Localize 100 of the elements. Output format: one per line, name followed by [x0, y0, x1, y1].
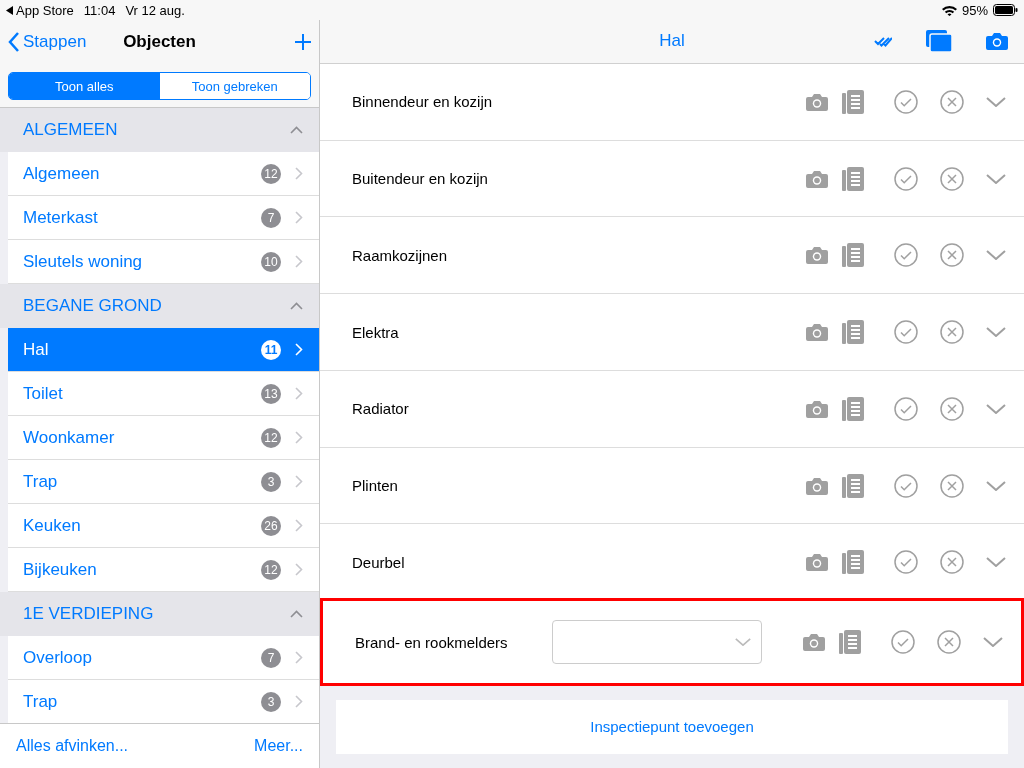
chevron-right-icon — [295, 563, 303, 576]
chevron-right-icon — [295, 651, 303, 664]
camera-icon[interactable] — [803, 633, 825, 652]
footer-link[interactable]: Alles afvinken... — [16, 737, 129, 755]
check-circle-icon[interactable] — [894, 243, 918, 268]
cross-circle-icon[interactable] — [940, 243, 964, 268]
notes-icon[interactable] — [842, 89, 864, 114]
cross-circle-icon[interactable] — [940, 550, 964, 575]
footer-link[interactable]: Meer... — [254, 737, 303, 755]
back-triangle-icon — [6, 5, 13, 15]
check-circle-icon[interactable] — [894, 396, 918, 421]
notes-icon[interactable] — [839, 630, 861, 655]
section-header[interactable]: 1E VERDIEPING — [0, 592, 319, 636]
add-inspection-button[interactable]: Inspectiepunt toevoegen — [336, 700, 1008, 754]
date: Vr 12 aug. — [125, 2, 185, 18]
inspection-label: Buitendeur en kozijn — [352, 170, 489, 187]
chevron-down-icon[interactable] — [983, 637, 1003, 648]
cross-circle-icon[interactable] — [940, 396, 964, 421]
chevron-up-icon[interactable] — [290, 610, 303, 618]
object-item[interactable]: Trap 3 — [8, 680, 319, 723]
chevron-right-icon — [295, 255, 303, 268]
object-label: Bijkeuken — [23, 559, 98, 580]
check-circle-icon[interactable] — [894, 166, 918, 191]
object-label: Toilet — [23, 383, 64, 404]
chevron-down-icon[interactable] — [986, 480, 1006, 491]
object-item[interactable]: Overloop 7 — [8, 636, 319, 680]
camera-icon[interactable] — [986, 32, 1008, 51]
cross-circle-icon[interactable] — [937, 630, 961, 655]
check-circle-icon[interactable] — [894, 473, 918, 498]
object-item[interactable]: Keuken 26 — [8, 504, 319, 548]
object-label: Algemeen — [23, 163, 101, 184]
chevron-down-icon[interactable] — [735, 638, 751, 647]
camera-icon[interactable] — [806, 92, 828, 111]
object-item[interactable]: Sleutels woning 10 — [8, 240, 319, 284]
section-header[interactable]: ALGEMEEN — [0, 108, 319, 152]
chevron-right-icon — [295, 343, 303, 356]
chevron-up-icon[interactable] — [290, 302, 303, 310]
select-field[interactable] — [552, 620, 762, 665]
panel-title: Objecten — [123, 32, 196, 51]
camera-icon[interactable] — [806, 323, 828, 342]
cross-circle-icon[interactable] — [940, 166, 964, 191]
camera-icon[interactable] — [806, 246, 828, 265]
section-header[interactable]: BEGANE GROND — [0, 284, 319, 328]
filter-segment[interactable]: Toon gebreken — [159, 73, 310, 99]
count-badge: 10 — [261, 251, 281, 272]
count-badge: 3 — [261, 691, 281, 712]
object-label: Hal — [23, 339, 50, 360]
notes-icon[interactable] — [842, 166, 864, 191]
chevron-right-icon — [295, 387, 303, 400]
notes-icon[interactable] — [842, 396, 864, 421]
count-badge: 7 — [261, 647, 281, 668]
check-circle-icon[interactable] — [894, 89, 918, 114]
section-title: BEGANE GROND — [23, 296, 162, 316]
chevron-left-icon — [8, 32, 19, 52]
object-label: Overloop — [23, 647, 93, 668]
page-title: Hal — [659, 31, 685, 51]
count-badge: 7 — [261, 207, 281, 228]
notes-icon[interactable] — [842, 243, 864, 268]
count-badge: 13 — [261, 383, 281, 404]
stacked-windows-icon[interactable] — [926, 30, 952, 53]
notes-icon[interactable] — [842, 550, 864, 575]
chevron-up-icon[interactable] — [290, 126, 303, 134]
inspection-label: Elektra — [352, 323, 400, 341]
object-label: Trap — [23, 471, 59, 492]
cross-circle-icon[interactable] — [940, 320, 964, 345]
chevron-down-icon[interactable] — [986, 403, 1006, 414]
camera-icon[interactable] — [806, 169, 828, 188]
check-circle-icon[interactable] — [891, 630, 915, 655]
object-item[interactable]: Toilet 13 — [8, 372, 319, 416]
notes-icon[interactable] — [842, 473, 864, 498]
cross-circle-icon[interactable] — [940, 89, 964, 114]
object-item[interactable]: Meterkast 7 — [8, 196, 319, 240]
object-item[interactable]: Algemeen 12 — [8, 152, 319, 196]
count-badge: 12 — [261, 163, 281, 184]
chevron-right-icon — [295, 475, 303, 488]
filter-segment[interactable]: Toon alles — [9, 73, 160, 99]
camera-icon[interactable] — [806, 399, 828, 418]
check-circle-icon[interactable] — [894, 320, 918, 345]
object-item[interactable]: Woonkamer 12 — [8, 416, 319, 460]
chevron-down-icon[interactable] — [986, 557, 1006, 568]
notes-icon[interactable] — [842, 320, 864, 345]
object-item[interactable]: Bijkeuken 12 — [8, 548, 319, 592]
chevron-down-icon[interactable] — [986, 96, 1006, 107]
wifi-icon — [941, 4, 957, 16]
cross-circle-icon[interactable] — [940, 473, 964, 498]
back-button[interactable]: Stappen — [8, 32, 87, 52]
add-icon[interactable] — [295, 34, 311, 50]
double-check-icon[interactable] — [874, 35, 892, 48]
chevron-down-icon[interactable] — [986, 327, 1006, 338]
chevron-down-icon[interactable] — [986, 250, 1006, 261]
camera-icon[interactable] — [806, 553, 828, 572]
inspection-label: Brand- en rookmelders — [355, 633, 509, 651]
chevron-right-icon — [295, 167, 303, 180]
camera-icon[interactable] — [806, 476, 828, 495]
object-item[interactable]: Trap 3 — [8, 460, 319, 504]
check-circle-icon[interactable] — [894, 550, 918, 575]
battery-icon — [993, 4, 1018, 16]
chevron-down-icon[interactable] — [986, 173, 1006, 184]
count-badge: 12 — [261, 427, 281, 448]
object-item[interactable]: Hal 11 — [8, 328, 319, 372]
